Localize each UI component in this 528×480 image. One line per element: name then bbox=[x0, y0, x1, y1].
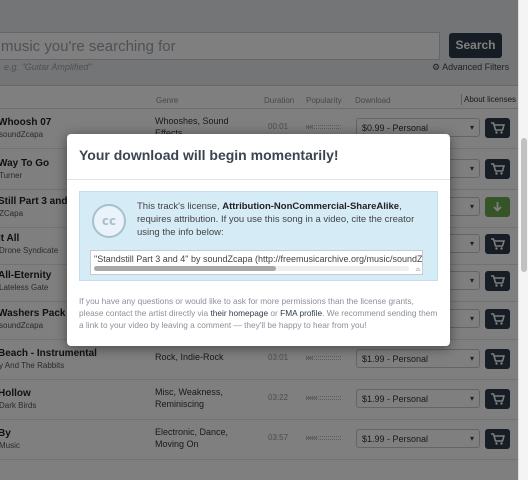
modal-header: Your download will begin momentarily! bbox=[67, 134, 450, 180]
license-text: This track's license, Attribution-NonCom… bbox=[137, 200, 433, 239]
resize-grip-icon[interactable]: ≏ bbox=[415, 266, 421, 274]
help-text: If you have any questions or would like … bbox=[79, 295, 439, 331]
license-name[interactable]: Attribution-NonCommercial-ShareAlike bbox=[222, 201, 399, 212]
creative-commons-icon: cc bbox=[92, 204, 126, 238]
download-modal: Your download will begin momentarily! cc… bbox=[67, 134, 450, 346]
music-search-page: music you're searching for Search e.g. "… bbox=[0, 0, 518, 480]
modal-title: Your download will begin momentarily! bbox=[79, 147, 339, 163]
license-panel: cc This track's license, Attribution-Non… bbox=[79, 191, 438, 281]
page-scroll-thumb[interactable] bbox=[521, 138, 527, 272]
page-scrollbar[interactable] bbox=[518, 0, 528, 480]
fma-profile-link[interactable]: FMA profile bbox=[280, 308, 322, 318]
artist-homepage-link[interactable]: their homepage bbox=[210, 308, 268, 318]
help-text-or: or bbox=[270, 308, 278, 318]
license-intro: This track's license, bbox=[137, 201, 220, 212]
attribution-textarea[interactable]: "Standstill Part 3 and 4" by soundZcapa … bbox=[90, 250, 423, 275]
attribution-scroll-thumb[interactable] bbox=[94, 266, 276, 271]
attribution-text: "Standstill Part 3 and 4" by soundZcapa … bbox=[94, 254, 423, 264]
attribution-scrollbar[interactable] bbox=[94, 266, 409, 271]
